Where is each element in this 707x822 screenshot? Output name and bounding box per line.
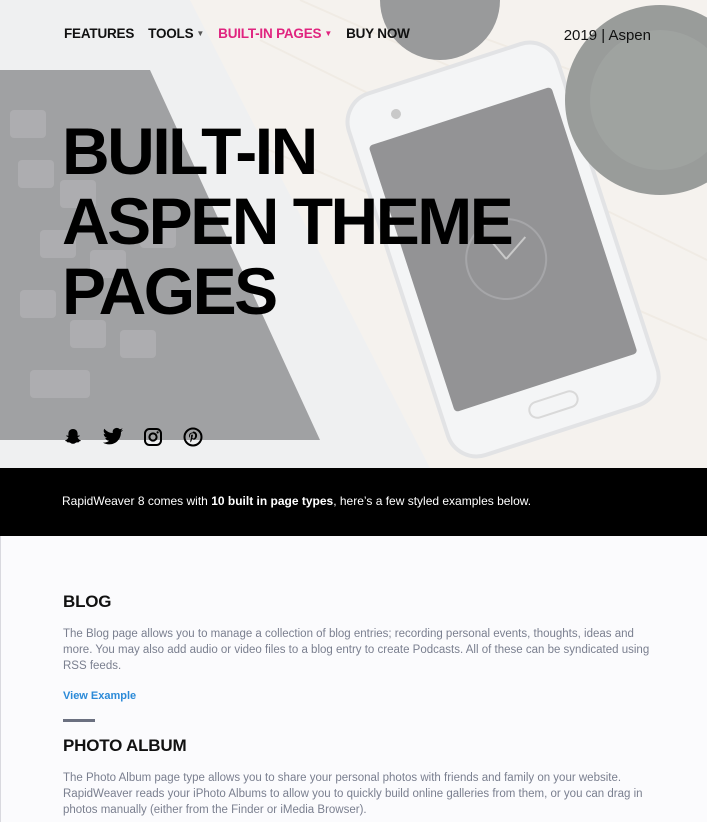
nav-item-label: BUILT-IN PAGES	[218, 26, 322, 41]
section-photo-album: PHOTO ALBUM The Photo Album page type al…	[63, 736, 653, 818]
twitter-icon[interactable]	[102, 426, 124, 448]
nav-item-label: TOOLS	[148, 26, 194, 41]
nav-item-built-in-pages[interactable]: BUILT-IN PAGES ▼	[218, 26, 332, 41]
nav-item-tools[interactable]: TOOLS ▼	[148, 26, 204, 41]
intro-text-bold: 10 built in page types	[211, 494, 334, 508]
section-divider	[63, 719, 95, 722]
intro-band: RapidWeaver 8 comes with 10 built in pag…	[0, 468, 707, 536]
main-nav: FEATURES TOOLS ▼ BUILT-IN PAGES ▼ BUY NO…	[64, 26, 410, 41]
site-brand[interactable]: 2019 | Aspen	[564, 27, 651, 44]
section-description: The Photo Album page type allows you to …	[63, 772, 643, 816]
hero: FEATURES TOOLS ▼ BUILT-IN PAGES ▼ BUY NO…	[0, 0, 707, 468]
pinterest-icon[interactable]	[182, 426, 204, 448]
chevron-down-icon: ▼	[324, 29, 333, 38]
nav-item-label: BUY NOW	[346, 26, 410, 41]
page-title-line: PAGES	[62, 254, 278, 328]
instagram-icon[interactable]	[142, 426, 164, 448]
intro-text: RapidWeaver 8 comes with 10 built in pag…	[62, 494, 531, 508]
section-description: The Blog page allows you to manage a col…	[63, 628, 650, 672]
social-links	[62, 426, 204, 448]
nav-item-label: FEATURES	[64, 26, 135, 41]
page-title: BUILT-IN ASPEN THEME PAGES	[62, 116, 582, 326]
section-title: BLOG	[63, 592, 112, 611]
page-title-line: BUILT-IN	[62, 114, 318, 188]
chevron-down-icon: ▼	[196, 29, 205, 38]
intro-text-part: RapidWeaver 8 comes with	[62, 494, 212, 508]
nav-item-buy-now[interactable]: BUY NOW	[346, 26, 410, 41]
main-content: BLOG The Blog page allows you to manage …	[0, 536, 707, 822]
nav-item-features[interactable]: FEATURES	[64, 26, 134, 41]
view-example-link[interactable]: View Example	[63, 690, 136, 702]
section-title: PHOTO ALBUM	[63, 736, 187, 755]
intro-text-part: , here’s a few styled examples below.	[333, 494, 532, 508]
snapchat-icon[interactable]	[62, 426, 84, 448]
section-blog: BLOG The Blog page allows you to manage …	[63, 592, 653, 722]
page-title-line: ASPEN THEME	[62, 184, 514, 258]
